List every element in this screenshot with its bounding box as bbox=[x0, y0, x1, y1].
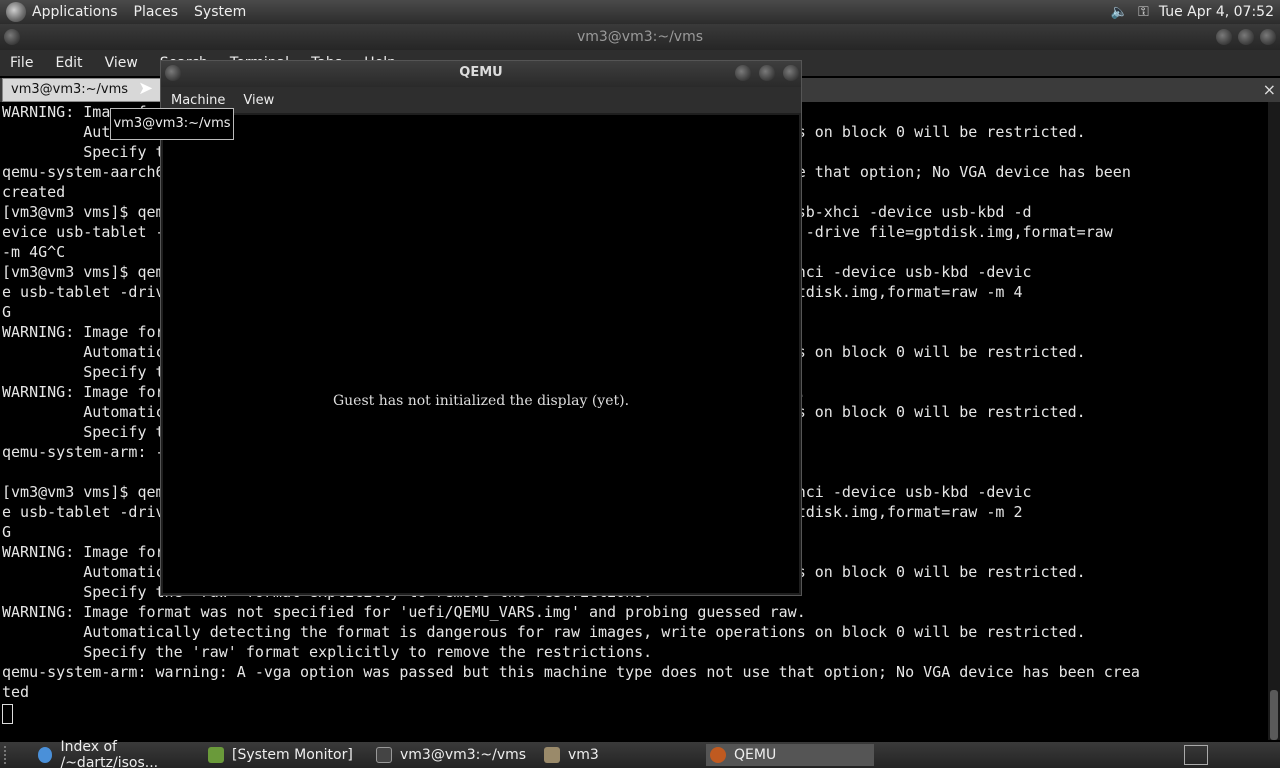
task-label: vm3@vm3:~/vms bbox=[400, 747, 527, 763]
task-folder[interactable]: vm3 bbox=[540, 744, 706, 766]
close-icon[interactable] bbox=[1260, 29, 1276, 45]
task-label: [System Monitor] bbox=[232, 747, 353, 763]
show-desktop-button[interactable] bbox=[1184, 745, 1208, 765]
task-browser[interactable]: Index of /~dartz/isos... bbox=[34, 739, 204, 768]
chrome-icon bbox=[38, 747, 53, 763]
qemu-window: QEMU Machine View Guest has not initiali… bbox=[160, 60, 802, 596]
top-panel: Applications Places System 🔈 ⚿ Tue Apr 4… bbox=[0, 0, 1280, 24]
clock[interactable]: Tue Apr 4, 07:52 bbox=[1159, 4, 1274, 20]
guest-message: Guest has not initialized the display (y… bbox=[332, 393, 630, 409]
taskbar-handle[interactable] bbox=[4, 746, 14, 764]
menu-system[interactable]: System bbox=[194, 4, 246, 20]
qemu-display[interactable]: Guest has not initialized the display (y… bbox=[163, 115, 799, 593]
menu-places[interactable]: Places bbox=[134, 4, 179, 20]
system-monitor-icon bbox=[208, 747, 224, 763]
terminal-icon bbox=[376, 747, 392, 763]
mouse-pointer-icon: ➤ bbox=[138, 78, 154, 99]
task-system-monitor[interactable]: [System Monitor] bbox=[204, 744, 368, 766]
qemu-titlebar[interactable]: QEMU bbox=[161, 61, 801, 87]
terminal-line: Specify the 'raw' format explicitly to r… bbox=[2, 643, 653, 661]
terminal-cursor bbox=[2, 704, 13, 724]
folder-icon bbox=[544, 747, 560, 763]
task-label: Index of /~dartz/isos... bbox=[60, 739, 159, 768]
terminal-line: qemu-system-arm: warning: A -vga option … bbox=[2, 663, 1140, 681]
distro-logo-icon[interactable] bbox=[6, 2, 26, 22]
task-label: vm3 bbox=[568, 747, 599, 763]
qemu-icon bbox=[710, 747, 726, 763]
speaker-icon[interactable]: 🔈 bbox=[1111, 4, 1128, 20]
maximize-icon[interactable] bbox=[1238, 29, 1254, 45]
terminal-scrollbar[interactable] bbox=[1268, 102, 1280, 740]
terminal-line: ted bbox=[2, 683, 30, 701]
key-icon[interactable]: ⚿ bbox=[1138, 4, 1149, 20]
qemu-title: QEMU bbox=[459, 65, 503, 80]
tab-tooltip: vm3@vm3:~/vms bbox=[110, 108, 234, 140]
qemu-menubar: Machine View bbox=[161, 87, 801, 113]
task-qemu[interactable]: QEMU bbox=[706, 744, 874, 766]
qemu-maximize-icon[interactable] bbox=[759, 65, 775, 81]
qemu-close-icon[interactable] bbox=[783, 65, 799, 81]
window-menu-icon[interactable] bbox=[4, 29, 20, 45]
minimize-icon[interactable] bbox=[1216, 29, 1232, 45]
task-terminal[interactable]: vm3@vm3:~/vms bbox=[372, 744, 538, 766]
tab-close-icon[interactable]: × bbox=[1263, 80, 1276, 99]
terminal-title: vm3@vm3:~/vms bbox=[576, 29, 704, 45]
menu-file[interactable]: File bbox=[10, 55, 33, 71]
menu-applications[interactable]: Applications bbox=[32, 4, 118, 20]
terminal-line: WARNING: Image format was not specified … bbox=[2, 603, 806, 621]
qemu-menu-machine[interactable]: Machine bbox=[171, 93, 225, 108]
menu-view[interactable]: View bbox=[105, 55, 138, 71]
qemu-window-menu-icon[interactable] bbox=[165, 65, 181, 81]
qemu-menu-view[interactable]: View bbox=[243, 93, 274, 108]
menu-edit[interactable]: Edit bbox=[55, 55, 82, 71]
taskbar: Index of /~dartz/isos... [System Monitor… bbox=[0, 739, 1280, 768]
terminal-line: Automatically detecting the format is da… bbox=[2, 623, 1086, 641]
terminal-titlebar[interactable]: vm3@vm3:~/vms bbox=[0, 24, 1280, 50]
scrollbar-thumb[interactable] bbox=[1270, 690, 1278, 740]
task-label: QEMU bbox=[734, 747, 777, 763]
qemu-minimize-icon[interactable] bbox=[735, 65, 751, 81]
